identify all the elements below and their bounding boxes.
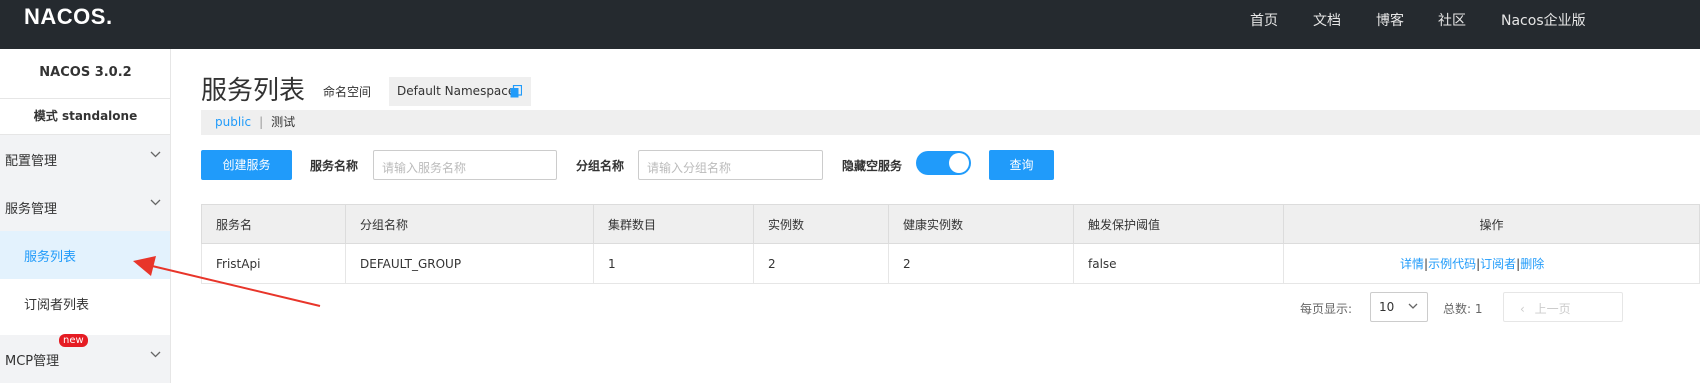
page-size-label: 每页显示: — [1300, 302, 1353, 316]
page-size-value: 10 — [1379, 300, 1395, 314]
sidebar-item-label: 订阅者列表 — [24, 298, 90, 313]
column-header: 实例数 — [753, 204, 889, 244]
namespace-bar: public | 测试 — [201, 110, 1700, 135]
cell-service-name: FristApi — [201, 243, 346, 284]
column-header: 触发保护阈值 — [1073, 204, 1284, 244]
service-table: 服务名 分组名称 集群数目 实例数 健康实例数 触发保护阈值 操作 FristA… — [201, 204, 1700, 284]
hide-empty-label: 隐藏空服务 — [842, 159, 903, 173]
mode-label: 模式 standalone — [0, 99, 170, 135]
sidebar: NACOS 3.0.2 模式 standalone 配置管理 服务管理 服务列表… — [0, 49, 171, 383]
annotation-arrow — [133, 256, 321, 307]
sidebar-group-config[interactable]: 配置管理 — [0, 135, 170, 183]
cell-protect-threshold: false — [1073, 243, 1284, 284]
page-size-select[interactable]: 10 — [1370, 292, 1428, 322]
nav-blog[interactable]: 博客 — [1376, 10, 1404, 30]
prev-page-label: 上一页 — [1534, 302, 1571, 316]
chevron-down-icon — [1408, 303, 1418, 309]
namespace-link-public[interactable]: public — [215, 115, 251, 129]
page-title: 服务列表 — [201, 76, 306, 106]
nav-home[interactable]: 首页 — [1250, 10, 1278, 30]
group-name-input[interactable]: 请输入分组名称 — [638, 150, 823, 180]
version-label: NACOS 3.0.2 — [0, 49, 170, 99]
total-count: 总数: 1 — [1443, 302, 1483, 316]
nav-docs[interactable]: 文档 — [1313, 10, 1341, 30]
namespace-value: Default Namespace — [397, 84, 516, 98]
sidebar-item-label: 服务列表 — [24, 250, 77, 265]
service-name-label: 服务名称 — [310, 159, 359, 173]
detail-link[interactable]: 详情 — [1400, 257, 1424, 271]
top-navbar: NACOS. 首页 文档 博客 社区 Nacos企业版 — [0, 0, 1700, 49]
toggle-knob — [949, 153, 969, 173]
namespace-link-test[interactable]: 测试 — [271, 115, 295, 129]
delete-link[interactable]: 删除 — [1520, 257, 1544, 271]
cell-group-name: DEFAULT_GROUP — [345, 243, 594, 284]
nav-community[interactable]: 社区 — [1438, 10, 1466, 30]
column-header: 操作 — [1283, 204, 1700, 244]
column-header: 健康实例数 — [888, 204, 1074, 244]
table-header-row: 服务名 分组名称 集群数目 实例数 健康实例数 触发保护阈值 操作 — [201, 204, 1700, 244]
cell-cluster-count: 1 — [593, 243, 754, 284]
sidebar-item-service-list[interactable]: 服务列表 — [0, 231, 170, 279]
column-header: 服务名 — [201, 204, 346, 244]
cell-instance-count: 2 — [753, 243, 889, 284]
create-service-button[interactable]: 创建服务 — [201, 150, 292, 180]
column-header: 分组名称 — [345, 204, 594, 244]
group-name-label: 分组名称 — [576, 159, 625, 173]
sidebar-group-service[interactable]: 服务管理 — [0, 183, 170, 231]
table-row: FristApi DEFAULT_GROUP 1 2 2 false 详情|示例… — [201, 243, 1700, 284]
cell-healthy-count: 2 — [888, 243, 1074, 284]
sidebar-group-label: MCP管理 — [5, 354, 60, 369]
sidebar-group-label: 配置管理 — [5, 154, 58, 169]
chevron-left-icon: ‹ — [1520, 302, 1525, 316]
namespace-label: 命名空间 — [323, 85, 372, 99]
cell-actions: 详情|示例代码|订阅者|删除 — [1283, 243, 1700, 284]
chevron-down-icon — [150, 151, 161, 158]
query-button[interactable]: 查询 — [989, 150, 1054, 180]
namespace-separator: | — [259, 115, 264, 129]
sample-code-link[interactable]: 示例代码 — [1428, 257, 1476, 271]
namespace-chip: Default Namespace — [389, 77, 531, 106]
hide-empty-toggle[interactable] — [916, 151, 971, 175]
prev-page-button[interactable]: ‹ 上一页 — [1503, 292, 1623, 322]
subscribers-link[interactable]: 订阅者 — [1480, 257, 1516, 271]
chevron-down-icon — [150, 199, 161, 206]
column-header: 集群数目 — [593, 204, 754, 244]
copy-icon[interactable] — [510, 85, 522, 98]
nav-enterprise[interactable]: Nacos企业版 — [1501, 10, 1586, 30]
sidebar-group-label: 服务管理 — [5, 202, 58, 217]
sidebar-group-mcp[interactable]: MCP管理 new — [0, 334, 170, 383]
nacos-logo[interactable]: NACOS. — [24, 4, 113, 30]
new-badge: new — [59, 334, 88, 347]
sidebar-item-subscriber-list[interactable]: 订阅者列表 — [0, 279, 170, 327]
chevron-down-icon — [150, 351, 161, 358]
service-name-input[interactable]: 请输入服务名称 — [373, 150, 557, 180]
